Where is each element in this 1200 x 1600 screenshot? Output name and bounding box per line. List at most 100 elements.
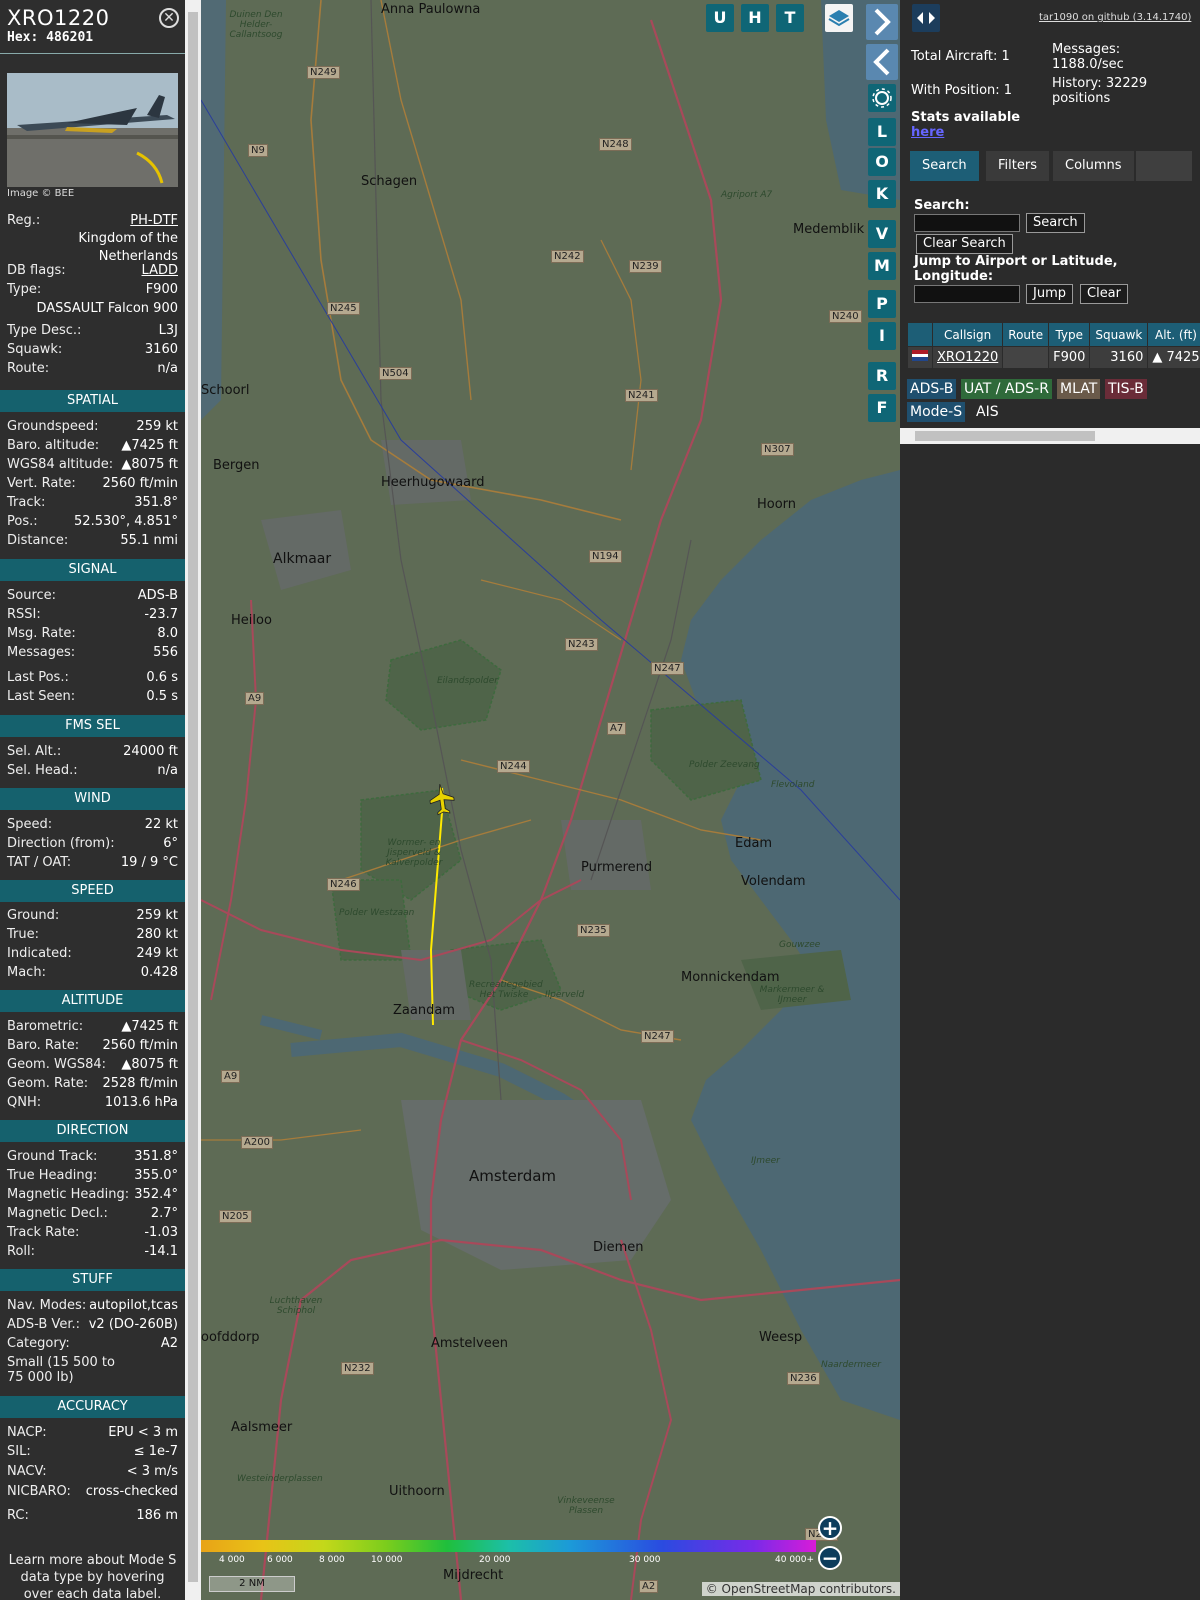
speed-label[interactable]: Indicated: (7, 945, 72, 963)
badge-ais[interactable]: AIS (973, 402, 1002, 422)
direction-label[interactable]: Ground Track: (7, 1148, 97, 1166)
zoom-out-button[interactable]: − (818, 1546, 842, 1570)
stuff-label[interactable]: Category: (7, 1335, 70, 1353)
aircraft-photo[interactable] (7, 73, 178, 187)
accuracy-label[interactable]: NACV: (7, 1463, 47, 1481)
row-callsign[interactable]: XRO1220 (931, 346, 1004, 369)
signal-label[interactable]: Msg. Rate: (7, 625, 76, 643)
signal-label[interactable]: Last Seen: (7, 688, 75, 706)
toggle-panel-icon[interactable] (912, 4, 940, 32)
stats-link[interactable]: here (911, 125, 944, 140)
col-callsign[interactable]: Callsign (931, 322, 1004, 347)
spatial-label[interactable]: Vert. Rate: (7, 475, 76, 493)
spatial-label[interactable]: Groundspeed: (7, 418, 98, 436)
fms-label[interactable]: Sel. Alt.: (7, 743, 61, 761)
col-route[interactable]: Route (1002, 322, 1050, 347)
badge-uat-adsr[interactable]: UAT / ADS-R (961, 379, 1052, 399)
map-button-u[interactable]: U (706, 4, 734, 32)
map-button-h[interactable]: H (741, 4, 769, 32)
badge-mlat[interactable]: MLAT (1057, 379, 1101, 399)
details-label[interactable]: Squawk: (7, 341, 62, 359)
direction-label[interactable]: Magnetic Heading: (7, 1186, 129, 1204)
signal-label[interactable]: Messages: (7, 644, 75, 662)
search-button[interactable]: Search (1026, 213, 1085, 233)
altitude-label[interactable]: Geom. Rate: (7, 1075, 88, 1093)
wind-label[interactable]: Speed: (7, 816, 52, 834)
speed-label[interactable]: Ground: (7, 907, 59, 925)
version-link[interactable]: tar1090 on github (3.14.1740) (1039, 12, 1191, 23)
altitude-label[interactable]: QNH: (7, 1094, 41, 1112)
details-label[interactable]: DB flags: (7, 262, 66, 280)
jump-input[interactable] (914, 285, 1020, 303)
wind-label[interactable]: Direction (from): (7, 835, 115, 853)
altitude-label[interactable]: Barometric: (7, 1018, 83, 1036)
settings-gear-icon[interactable] (868, 84, 896, 112)
stuff-label[interactable]: Nav. Modes: (7, 1297, 86, 1315)
direction-label[interactable]: Roll: (7, 1243, 35, 1261)
map-button-o[interactable]: O (868, 148, 896, 176)
map-button-l[interactable]: L (868, 118, 896, 146)
table-horizontal-scrollbar[interactable] (900, 428, 1200, 444)
signal-label[interactable]: Last Pos.: (7, 669, 69, 687)
details-value[interactable]: PH-DTF (130, 212, 178, 230)
map-button-k[interactable]: K (868, 180, 896, 208)
map-button-t[interactable]: T (776, 4, 804, 32)
info-scrollbar[interactable] (185, 0, 201, 1600)
col-altitude[interactable]: Alt. (ft) (1147, 322, 1200, 347)
col-type[interactable]: Type (1048, 322, 1091, 347)
map-button-i[interactable]: I (868, 322, 896, 350)
details-label[interactable]: Route: (7, 360, 49, 378)
tab-search[interactable]: Search (910, 151, 979, 181)
accuracy-label[interactable]: SIL: (7, 1443, 31, 1461)
clear-button[interactable]: Clear (1080, 284, 1128, 304)
speed-label[interactable]: Mach: (7, 964, 46, 982)
layers-icon[interactable] (825, 4, 853, 32)
details-label[interactable]: Type Desc.: (7, 322, 81, 340)
fms-label[interactable]: Sel. Head.: (7, 762, 78, 780)
direction-label[interactable]: Track Rate: (7, 1224, 79, 1242)
accuracy-label[interactable]: RC: (7, 1507, 29, 1525)
close-icon[interactable]: ✕ (159, 8, 179, 28)
stuff-label[interactable]: Small (15 500 to 75 000 lb) (7, 1355, 117, 1385)
horizontal-scrollbar-thumb[interactable] (915, 431, 1095, 441)
speed-label[interactable]: True: (7, 926, 39, 944)
spatial-label[interactable]: Pos.: (7, 513, 38, 531)
search-input[interactable] (914, 214, 1020, 232)
table-row[interactable]: XRO1220 F900 3160 ▲ 7425 (907, 346, 1200, 369)
map-view[interactable]: Anna Paulowna Schagen Medemblik Bergen Heerh… (201, 0, 900, 1600)
col-squawk[interactable]: Squawk (1089, 322, 1149, 347)
signal-label[interactable]: RSSI: (7, 606, 41, 624)
altitude-label[interactable]: Baro. Rate: (7, 1037, 79, 1055)
zoom-in-button[interactable]: + (818, 1516, 842, 1540)
clear-search-button[interactable]: Clear Search (916, 234, 1013, 254)
expand-right-icon[interactable] (866, 4, 898, 40)
signal-label[interactable]: Source: (7, 587, 56, 605)
altitude-label[interactable]: Geom. WGS84: (7, 1056, 106, 1074)
info-scrollbar-thumb[interactable] (188, 12, 198, 1582)
jump-button[interactable]: Jump (1026, 284, 1073, 304)
direction-label[interactable]: Magnetic Decl.: (7, 1205, 108, 1223)
tab-extra[interactable] (1136, 151, 1192, 181)
tab-filters[interactable]: Filters (986, 151, 1049, 181)
spatial-label[interactable]: WGS84 altitude: (7, 456, 113, 474)
map-button-v[interactable]: V (868, 220, 896, 248)
tab-columns[interactable]: Columns (1053, 151, 1134, 181)
badge-adsb[interactable]: ADS-B (907, 379, 957, 399)
accuracy-label[interactable]: NACP: (7, 1424, 47, 1442)
map-button-r[interactable]: R (868, 362, 896, 390)
direction-label[interactable]: True Heading: (7, 1167, 97, 1185)
details-label[interactable]: Reg.: (7, 212, 40, 230)
details-label[interactable]: Type: (7, 281, 41, 299)
map-button-f[interactable]: F (868, 394, 896, 422)
map-button-m[interactable]: M (868, 252, 896, 280)
spatial-label[interactable]: Track: (7, 494, 45, 512)
spatial-label[interactable]: Distance: (7, 532, 68, 550)
stuff-label[interactable]: ADS-B Ver.: (7, 1316, 80, 1334)
badge-modes[interactable]: Mode-S (907, 402, 966, 422)
wind-label[interactable]: TAT / OAT: (7, 854, 71, 872)
map-button-p[interactable]: P (868, 290, 896, 318)
details-value[interactable]: LADD (142, 262, 178, 280)
spatial-label[interactable]: Baro. altitude: (7, 437, 99, 455)
map-attribution[interactable]: © OpenStreetMap contributors. (701, 1582, 900, 1596)
accuracy-label[interactable]: NICBARO: (7, 1483, 71, 1501)
